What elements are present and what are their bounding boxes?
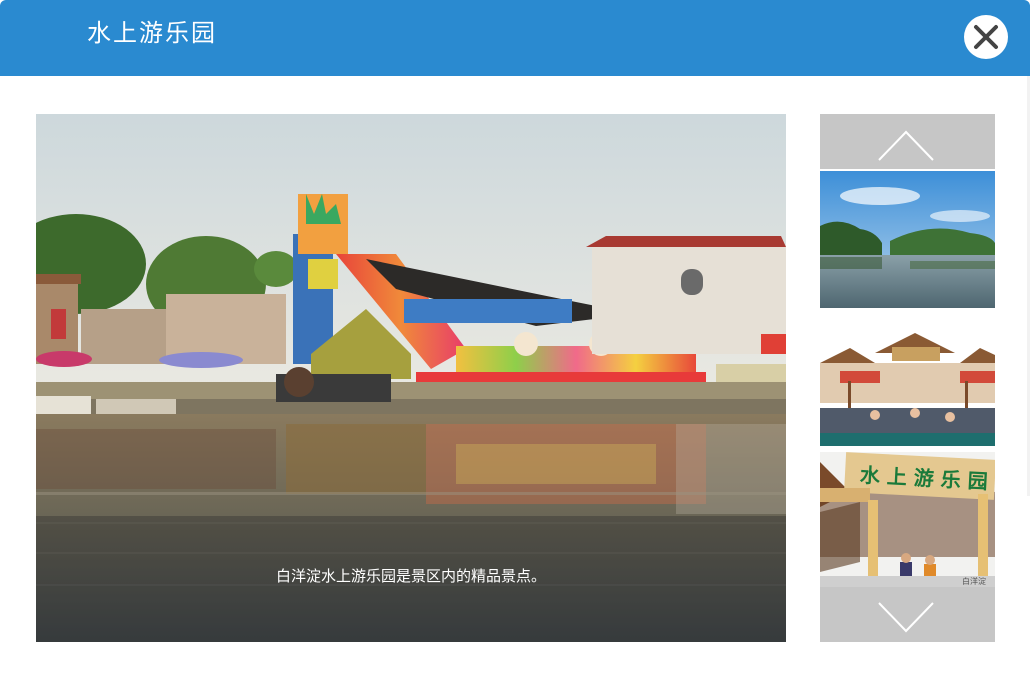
scroll-down-button[interactable] — [820, 587, 995, 642]
photo-viewer-dialog: 水上游乐园 白洋淀水上游乐园是景区内的精品景点。 水 上 游 乐 园 白洋淀 — [0, 0, 1030, 695]
thumbnail-rail: 水 上 游 乐 园 白洋淀 — [820, 114, 995, 642]
dialog-title: 水上游乐园 — [87, 19, 217, 47]
thumbnail-entrance-gate[interactable]: 水 上 游 乐 园 白洋淀 — [820, 452, 995, 587]
chevron-up-icon — [878, 130, 934, 161]
chevron-down-icon — [878, 602, 934, 633]
thumbnail-pavilion-image — [820, 333, 995, 446]
thumbnail-lake-image — [820, 171, 995, 308]
main-photo: 白洋淀水上游乐园是景区内的精品景点。 — [36, 114, 786, 642]
thumbnail-lake[interactable] — [820, 171, 995, 308]
close-icon — [974, 25, 998, 49]
close-button[interactable] — [964, 15, 1008, 59]
dialog-header: 水上游乐园 — [0, 0, 1030, 76]
thumbnail-watermark: 白洋淀 — [962, 576, 986, 586]
photo-caption: 白洋淀水上游乐园是景区内的精品景点。 — [275, 567, 546, 585]
thumbnail-pavilion[interactable] — [820, 333, 995, 446]
scroll-up-button[interactable] — [820, 114, 995, 169]
thumbnail-entrance-gate-image: 水 上 游 乐 园 白洋淀 — [820, 452, 995, 587]
